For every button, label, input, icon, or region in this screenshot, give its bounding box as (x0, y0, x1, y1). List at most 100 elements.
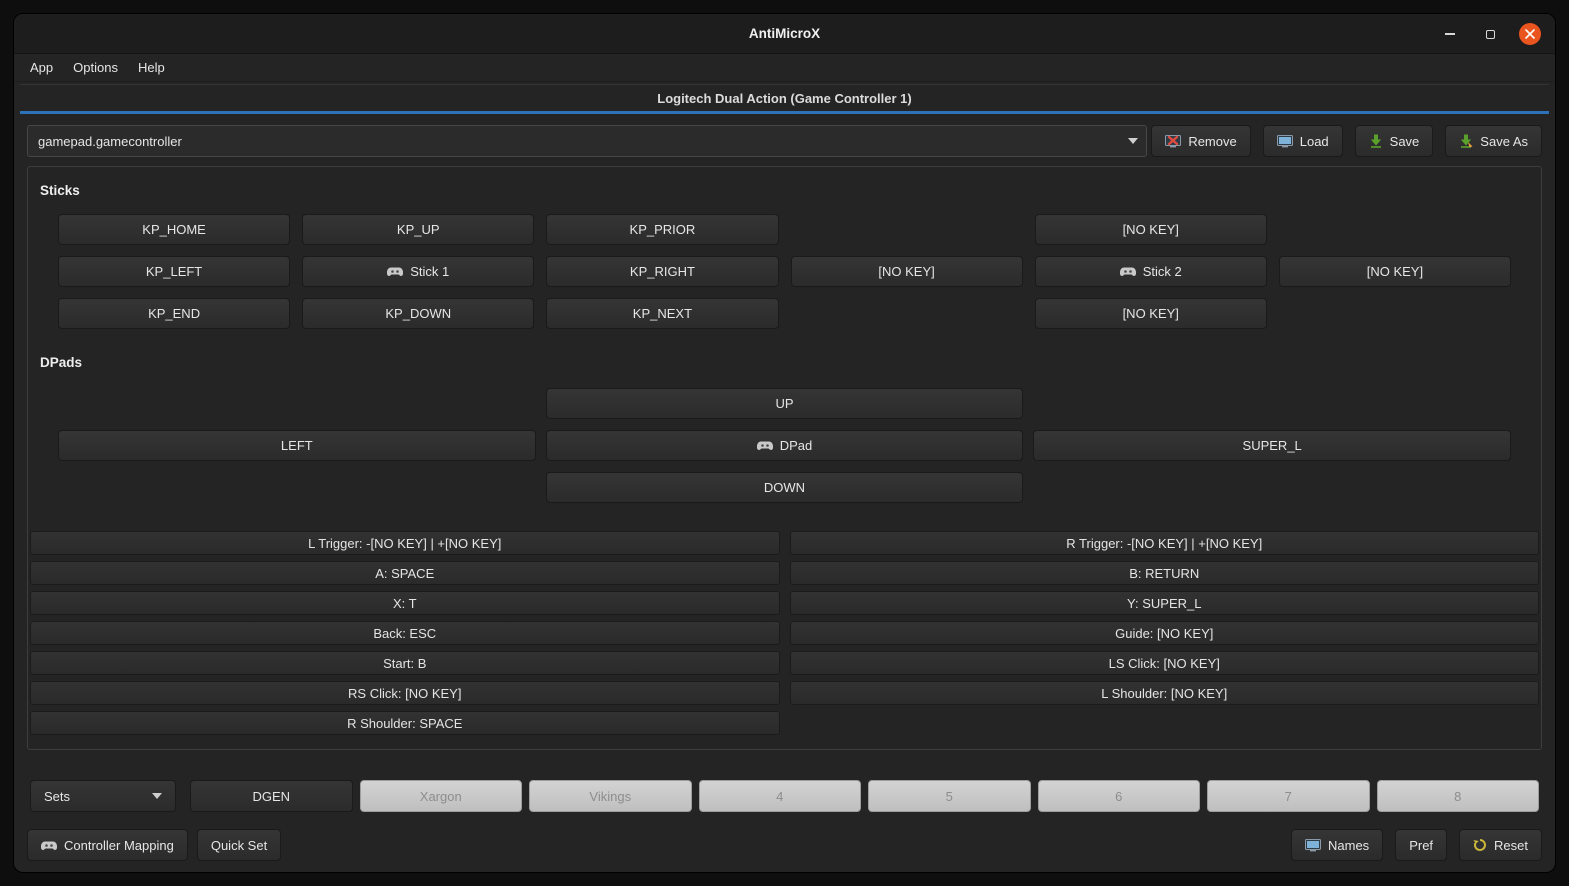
names-icon (1305, 839, 1321, 852)
set-tab-7[interactable]: 7 (1207, 780, 1370, 812)
quick-set-button[interactable]: Quick Set (197, 829, 281, 861)
stick2-right-button[interactable]: [NO KEY] (1279, 256, 1511, 287)
dpad-right-button[interactable]: SUPER_L (1033, 430, 1511, 461)
controller-panel: Sticks KP_HOME KP_UP KP_PRIOR [NO KEY] K… (27, 166, 1542, 750)
pref-button[interactable]: Pref (1395, 829, 1447, 861)
profile-row: gamepad.gamecontroller Remove Load Sa (27, 125, 1542, 157)
stick1-button-label: Stick 1 (410, 264, 449, 279)
mapping-guide[interactable]: Guide: [NO KEY] (790, 621, 1540, 645)
names-button-label: Names (1328, 838, 1369, 853)
stick1-up-right-button[interactable]: KP_PRIOR (546, 214, 778, 245)
mapping-back[interactable]: Back: ESC (30, 621, 780, 645)
reset-button[interactable]: Reset (1459, 829, 1542, 861)
mapping-b[interactable]: B: RETURN (790, 561, 1540, 585)
sets-dropdown-label: Sets (44, 789, 70, 804)
stick2-down-button[interactable]: [NO KEY] (1035, 298, 1267, 329)
close-button[interactable] (1519, 23, 1541, 45)
minimize-button[interactable] (1439, 23, 1461, 45)
names-button[interactable]: Names (1291, 829, 1383, 861)
profile-combobox-value: gamepad.gamecontroller (38, 134, 1120, 149)
gamepad-icon (757, 440, 773, 451)
reset-icon (1473, 838, 1487, 852)
stick2-up-button[interactable]: [NO KEY] (1035, 214, 1267, 245)
mapping-y[interactable]: Y: SUPER_L (790, 591, 1540, 615)
footer-right-buttons: Names Pref Reset (1291, 829, 1542, 860)
stick1-right-button[interactable]: KP_RIGHT (546, 256, 778, 287)
menu-options[interactable]: Options (65, 57, 126, 78)
stick1-up-left-button[interactable]: KP_HOME (58, 214, 290, 245)
dpad-button[interactable]: DPad (546, 430, 1024, 461)
set-tab-8[interactable]: 8 (1377, 780, 1540, 812)
save-as-icon (1459, 134, 1473, 148)
load-button[interactable]: Load (1263, 125, 1343, 157)
gamepad-icon (41, 840, 57, 851)
footer-row: Controller Mapping Quick Set Names Pref … (27, 829, 1542, 860)
save-button[interactable]: Save (1355, 125, 1434, 157)
chevron-down-icon (1128, 138, 1138, 144)
app-window: AntiMicroX App Options Help Logitech Dua… (14, 14, 1555, 872)
menu-help[interactable]: Help (130, 57, 173, 78)
dpad-down-button[interactable]: DOWN (546, 472, 1024, 503)
controller-mapping-label: Controller Mapping (64, 838, 174, 853)
load-button-label: Load (1300, 134, 1329, 149)
mapping-l-shoulder[interactable]: L Shoulder: [NO KEY] (790, 681, 1540, 705)
stick2-button[interactable]: Stick 2 (1035, 256, 1267, 287)
gamepad-icon (387, 266, 403, 277)
dpad-left-button[interactable]: LEFT (58, 430, 536, 461)
reset-button-label: Reset (1494, 838, 1528, 853)
sticks-heading: Sticks (40, 183, 1539, 198)
stick1-down-left-button[interactable]: KP_END (58, 298, 290, 329)
stick1-down-right-button[interactable]: KP_NEXT (546, 298, 778, 329)
profile-combobox[interactable]: gamepad.gamecontroller (27, 125, 1147, 157)
sets-dropdown-button[interactable]: Sets (30, 780, 176, 812)
stick2-left-button[interactable]: [NO KEY] (791, 256, 1023, 287)
remove-button-label: Remove (1188, 134, 1236, 149)
titlebar[interactable]: AntiMicroX (14, 14, 1555, 54)
gamepad-icon (1120, 266, 1136, 277)
window-title: AntiMicroX (749, 26, 820, 41)
set-tab-6[interactable]: 6 (1038, 780, 1201, 812)
mapping-rs-click[interactable]: RS Click: [NO KEY] (30, 681, 780, 705)
stick1-left-button[interactable]: KP_LEFT (58, 256, 290, 287)
dpad-button-label: DPad (780, 438, 813, 453)
close-icon (1525, 29, 1535, 39)
maximize-button[interactable] (1479, 23, 1501, 45)
mapping-r-shoulder[interactable]: R Shoulder: SPACE (30, 711, 780, 735)
mapping-a[interactable]: A: SPACE (30, 561, 780, 585)
stick2-button-label: Stick 2 (1143, 264, 1182, 279)
mapping-l-trigger[interactable]: L Trigger: -[NO KEY] | +[NO KEY] (30, 531, 780, 555)
set-tab-5[interactable]: 5 (868, 780, 1031, 812)
window-controls (1439, 14, 1541, 54)
remove-icon (1165, 135, 1181, 148)
stick1-button[interactable]: Stick 1 (302, 256, 534, 287)
controller-tab-title: Logitech Dual Action (Game Controller 1) (657, 91, 911, 106)
set-tab-4[interactable]: 4 (699, 780, 862, 812)
save-button-label: Save (1390, 134, 1420, 149)
remove-button[interactable]: Remove (1151, 125, 1250, 157)
maximize-icon (1486, 30, 1495, 39)
menu-app[interactable]: App (22, 57, 61, 78)
menubar: App Options Help (14, 54, 1555, 82)
save-icon (1369, 134, 1383, 148)
profile-buttons: Remove Load Save Save As (1151, 125, 1542, 157)
minimize-icon (1445, 33, 1455, 35)
mapping-x[interactable]: X: T (30, 591, 780, 615)
controller-tab[interactable]: Logitech Dual Action (Game Controller 1) (20, 84, 1549, 114)
save-as-button-label: Save As (1480, 134, 1528, 149)
controller-mapping-button[interactable]: Controller Mapping (27, 829, 188, 861)
dpad-up-button[interactable]: UP (546, 388, 1024, 419)
mapping-r-trigger[interactable]: R Trigger: -[NO KEY] | +[NO KEY] (790, 531, 1540, 555)
chevron-down-icon (152, 793, 162, 799)
button-mapping-list: L Trigger: -[NO KEY] | +[NO KEY] R Trigg… (30, 531, 1539, 735)
save-as-button[interactable]: Save As (1445, 125, 1542, 157)
dpads-heading: DPads (40, 355, 1539, 370)
dpad-grid: UP LEFT DPad SUPER_L DOWN (58, 388, 1511, 503)
stick1-down-button[interactable]: KP_DOWN (302, 298, 534, 329)
set-tab-1[interactable]: DGEN (190, 780, 353, 812)
stick1-up-button[interactable]: KP_UP (302, 214, 534, 245)
set-tab-3[interactable]: Vikings (529, 780, 692, 812)
set-tab-2[interactable]: Xargon (360, 780, 523, 812)
mapping-ls-click[interactable]: LS Click: [NO KEY] (790, 651, 1540, 675)
mapping-start[interactable]: Start: B (30, 651, 780, 675)
sticks-grid: KP_HOME KP_UP KP_PRIOR [NO KEY] KP_LEFT … (58, 214, 1511, 329)
